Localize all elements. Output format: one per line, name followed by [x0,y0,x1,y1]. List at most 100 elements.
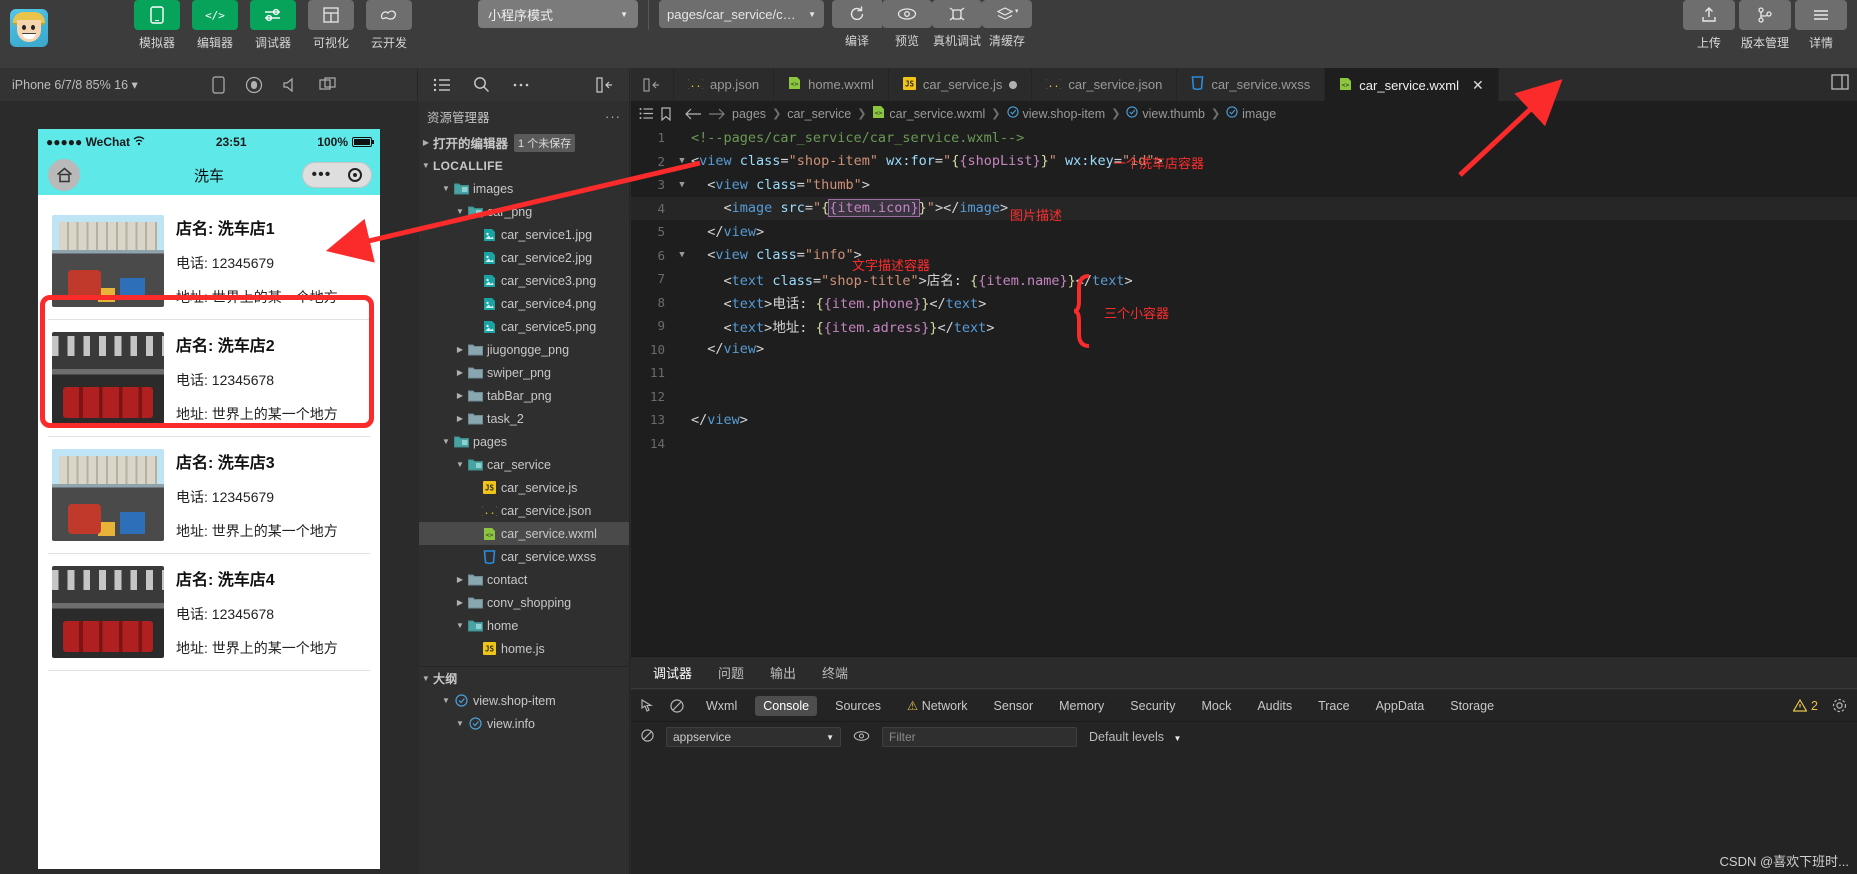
code-line[interactable]: 2 ▼ <view class="shop-item" wx:for="{{shop… [631,150,1857,174]
tool-editor[interactable]: </> 编辑器 [192,0,238,51]
device-select[interactable]: iPhone 6/7/8 85% 16 ▾ [12,77,138,92]
tree-folder-row[interactable]: ▶ swiper_png [419,361,629,384]
tree-file-row[interactable]: car_service1.jpg [419,223,629,246]
editor-tab[interactable]: {..} app.json [674,68,775,101]
devtools-tab[interactable]: Sensor [986,696,1042,716]
shop-item[interactable]: 店名: 洗车店2 电话: 12345678 地址: 世界上的某一个地方 [48,320,370,437]
tree-folder-row[interactable]: ▶ jiugongge_png [419,338,629,361]
user-avatar[interactable] [10,9,48,47]
code-line[interactable]: 7 <text class="shop-title">店名: {{item.na… [631,267,1857,291]
tree-folder-row[interactable]: ▼ home [419,614,629,637]
devtools-tab[interactable]: Memory [1051,696,1112,716]
more-icon[interactable] [512,82,530,88]
clear-console-icon[interactable] [670,698,684,713]
console-tab[interactable]: 输出 [770,663,796,682]
console-tab[interactable]: 终端 [822,663,848,682]
context-select[interactable]: appservice ▼ [666,727,841,747]
tool-simulator[interactable]: 模拟器 [134,0,180,51]
phone-frame-icon[interactable] [212,75,225,94]
code-line[interactable]: 10 </view> [631,338,1857,362]
fold-toggle-icon[interactable]: ▼ [673,156,691,166]
back-arrow-icon[interactable] [684,108,702,120]
multi-window-icon[interactable] [319,76,336,93]
tool-debugger[interactable]: 调试器 [250,0,296,51]
editor-tab[interactable]: <> home.wxml [774,68,889,101]
tree-file-row[interactable]: car_service2.jpg [419,246,629,269]
forward-arrow-icon[interactable] [708,108,726,120]
action-compile[interactable]: 编译 [832,0,882,49]
devtools-tab[interactable]: Wxml [698,696,745,716]
console-clear-icon[interactable] [641,729,654,745]
tool-visualization[interactable]: 可视化 [308,0,354,51]
tree-file-row[interactable]: car_service3.png [419,269,629,292]
explorer-more-icon[interactable]: ··· [605,109,621,124]
outline-list-icon[interactable] [639,107,654,120]
devtools-tab[interactable]: ⚠ Network [899,695,976,716]
devtools-tab[interactable]: AppData [1368,696,1433,716]
editor-tab[interactable]: {..} car_service.json [1032,68,1178,101]
more-dots-icon[interactable]: ••• [312,167,332,183]
editor-tab[interactable]: JS car_service.js [888,68,1033,101]
devtools-tab[interactable]: Trace [1310,696,1358,716]
devtools-settings-icon[interactable] [1832,698,1847,713]
breadcrumb-item[interactable]: image [1226,106,1276,121]
tree-file-row[interactable]: JS car_service.js [419,476,629,499]
tree-file-row[interactable]: JS home.js [419,637,629,660]
tree-folder-row[interactable]: ▼ images [419,177,629,200]
tree-file-row[interactable]: {..} car_service.json [419,499,629,522]
action-clear-cache[interactable]: ▾ 清缓存 [982,0,1032,49]
code-line[interactable]: 9 <text>地址: {{item.adress}}</text> [631,314,1857,338]
code-line[interactable]: 3 ▼ <view class="thumb"> [631,173,1857,197]
devtools-tab[interactable]: Storage [1442,696,1502,716]
code-line[interactable]: 12 [631,385,1857,409]
tree-file-row[interactable]: car_service5.png [419,315,629,338]
code-line[interactable]: 11 [631,361,1857,385]
home-icon[interactable] [48,159,80,191]
devtools-tab[interactable]: Console [755,695,818,716]
code-line[interactable]: 5 </view> [631,220,1857,244]
action-version-management[interactable]: 版本管理 [1739,0,1791,51]
breadcrumb-item[interactable]: car_service [787,107,851,121]
devtools-tab[interactable]: Mock [1193,696,1239,716]
tree-folder-row[interactable]: ▶ task_2 [419,407,629,430]
collapse-panel-icon[interactable] [596,76,614,93]
search-icon[interactable] [473,76,490,93]
page-path-select[interactable]: pages/car_service/car... ▼ [659,0,824,28]
tree-folder-row[interactable]: ▼ pages [419,430,629,453]
console-filter-input[interactable]: Filter [882,727,1077,747]
breadcrumb-item[interactable]: pages [732,107,766,121]
fold-toggle-icon[interactable]: ▼ [673,180,691,190]
breadcrumb-item[interactable]: view.shop-item [1006,106,1105,121]
breadcrumb-item[interactable]: view.thumb [1126,106,1205,121]
action-details[interactable]: 详情 [1795,0,1847,51]
breadcrumb-item[interactable]: <> car_service.wxml [872,105,985,122]
action-upload[interactable]: 上传 [1683,0,1735,51]
console-tab[interactable]: 调试器 [653,663,692,682]
tree-file-row[interactable]: <> car_service.wxml [419,522,629,545]
devtools-tab[interactable]: Sources [827,696,889,716]
tree-folder-row[interactable]: ▶ conv_shopping [419,591,629,614]
console-tab[interactable]: 问题 [718,663,744,682]
tool-cloud[interactable]: 云开发 [366,0,412,51]
mode-select[interactable]: 小程序模式 ▼ [478,0,638,28]
action-real-device-debug[interactable]: 真机调试 [932,0,982,49]
tree-file-row[interactable]: car_service.wxss [419,545,629,568]
shop-item[interactable]: 店名: 洗车店4 电话: 12345678 地址: 世界上的某一个地方 [48,554,370,671]
eye-icon[interactable] [853,730,870,745]
code-line[interactable]: 14 [631,432,1857,456]
record-icon[interactable] [245,76,263,94]
close-icon[interactable]: ✕ [1472,77,1484,94]
code-line[interactable]: 13 </view> [631,408,1857,432]
outline-row[interactable]: ▼ view.shop-item [419,689,629,712]
warning-badge[interactable]: 2 [1793,699,1818,713]
volume-icon[interactable] [283,77,299,93]
bookmark-icon[interactable] [660,106,672,121]
action-preview[interactable]: 预览 [882,0,932,49]
phone-preview[interactable]: ●●●●● WeChat 23:51 100% 洗车 ••• 店名: 洗车店1 … [38,129,380,869]
open-editors-row[interactable]: ▶ 打开的编辑器 1 个未保存 [419,131,629,154]
tree-folder-row[interactable]: ▼ car_service [419,453,629,476]
tree-folder-row[interactable]: ▶ tabBar_png [419,384,629,407]
devtools-tab[interactable]: Security [1122,696,1183,716]
tabs-collapse-icon[interactable] [631,68,674,101]
target-icon[interactable] [348,168,363,182]
